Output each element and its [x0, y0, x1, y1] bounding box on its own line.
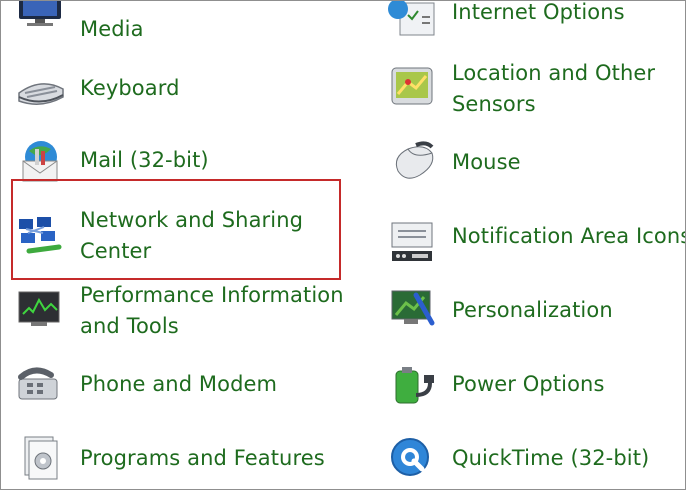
item-mouse[interactable]: Mouse — [386, 139, 685, 199]
item-keyboard[interactable]: Keyboard — [15, 67, 335, 127]
notification-area-icon — [386, 219, 438, 267]
media-center-icon — [15, 1, 67, 43]
location-sensors-icon — [386, 64, 438, 112]
item-quicktime[interactable]: QuickTime (32-bit) — [386, 433, 685, 489]
personalization-icon — [386, 287, 438, 335]
item-performance-information[interactable]: Performance Information and Tools — [15, 280, 345, 346]
item-label-line2: and Tools — [80, 314, 179, 338]
item-label-line2: Sensors — [452, 92, 536, 116]
phone-modem-icon — [15, 361, 67, 409]
item-label: Programs and Features — [80, 446, 325, 470]
item-label: Notification Area Icons — [452, 224, 686, 248]
internet-options-icon — [386, 1, 438, 39]
highlight-box — [11, 179, 341, 280]
power-options-icon — [386, 361, 438, 409]
control-panel-items: Media Keyboard Mail (32-bit) Network and… — [0, 0, 686, 490]
item-label: Power Options — [452, 372, 605, 396]
item-label: Keyboard — [80, 76, 180, 100]
mouse-icon — [386, 139, 438, 187]
performance-icon — [15, 288, 67, 336]
item-notification-area-icons[interactable]: Notification Area Icons — [386, 215, 686, 275]
item-programs-features[interactable]: Programs and Features — [15, 433, 345, 489]
item-label: Media — [80, 17, 144, 41]
item-label: Mouse — [452, 150, 521, 174]
item-label: QuickTime (32-bit) — [452, 446, 650, 470]
item-label-line1: Location and Other — [452, 61, 656, 85]
item-media[interactable]: Media — [15, 1, 335, 61]
item-label-line1: Performance Information — [80, 283, 344, 307]
item-label: Mail (32-bit) — [80, 148, 209, 172]
item-location-sensors[interactable]: Location and Other Sensors — [386, 58, 685, 124]
item-internet-options[interactable]: Internet Options — [386, 0, 685, 61]
item-label: Phone and Modem — [80, 372, 278, 396]
programs-features-icon — [15, 433, 67, 481]
keyboard-icon — [15, 67, 67, 115]
item-label: Personalization — [452, 298, 613, 322]
item-power-options[interactable]: Power Options — [386, 361, 685, 421]
quicktime-icon — [386, 433, 438, 481]
item-phone-modem[interactable]: Phone and Modem — [15, 361, 335, 421]
item-label: Internet Options — [452, 0, 625, 24]
item-personalization[interactable]: Personalization — [386, 287, 685, 347]
